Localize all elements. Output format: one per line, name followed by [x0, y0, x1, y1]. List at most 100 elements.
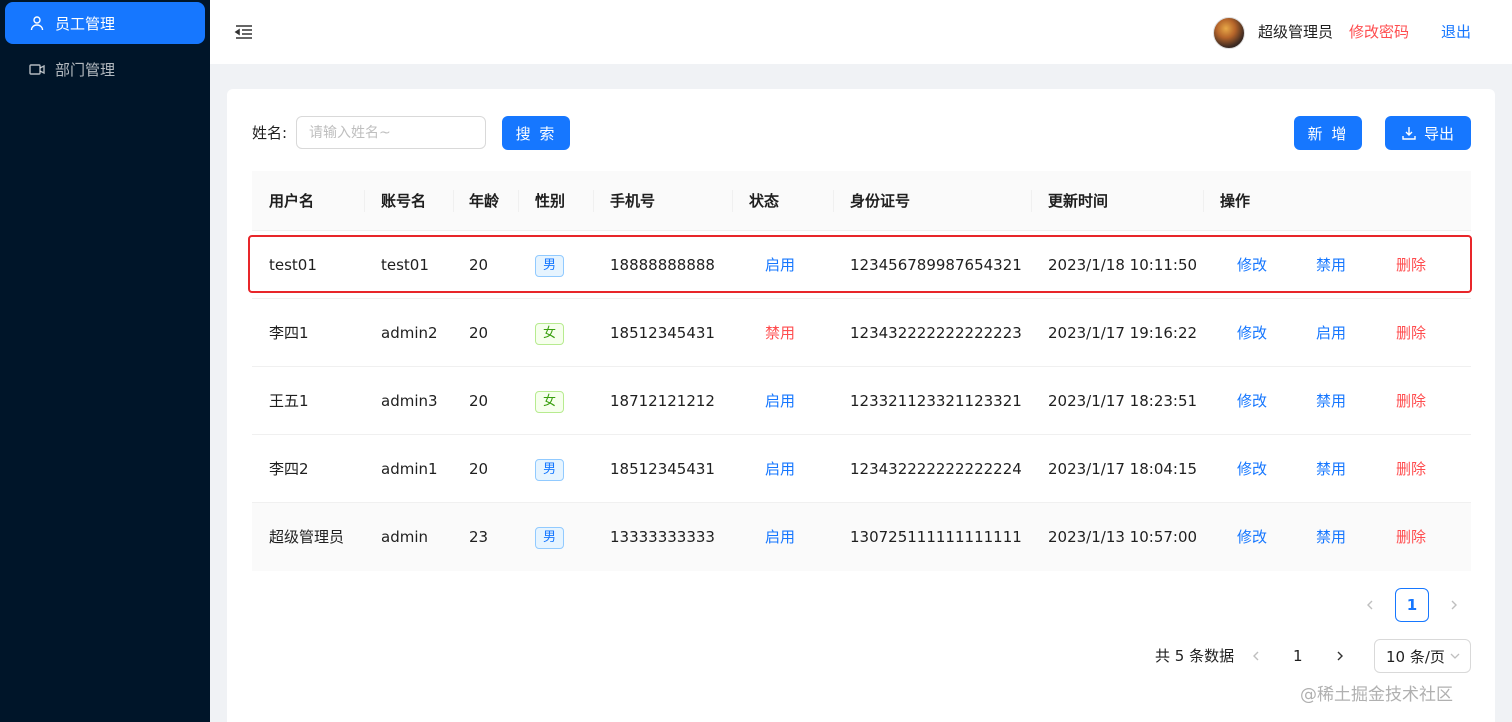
pagination-page-number[interactable]: 1	[1293, 647, 1303, 665]
cell-status: 启用	[765, 256, 796, 274]
chevron-down-icon	[1450, 653, 1460, 659]
gender-tag: 男	[535, 526, 565, 549]
prev-page-icon[interactable]	[1240, 640, 1272, 672]
total-count: 共 5 条数据	[1155, 647, 1235, 665]
name-search-input[interactable]	[296, 116, 486, 149]
page-size-select[interactable]: 10 条/页	[1374, 639, 1471, 673]
watermark: @稀土掘金技术社区	[1300, 685, 1453, 705]
column-divider	[833, 190, 834, 212]
cell-status: 禁用	[765, 324, 796, 342]
cell-phone: 13333333333	[610, 528, 715, 546]
edit-link[interactable]: 修改	[1237, 367, 1267, 435]
delete-link[interactable]: 删除	[1396, 435, 1426, 503]
page-size-value: 10 条/页	[1386, 647, 1445, 666]
cell-username: 李四1	[269, 324, 309, 342]
export-button[interactable]: 导出	[1385, 116, 1471, 150]
cell-id-card: 130725111111111111	[850, 528, 1022, 546]
cell-username: test01	[269, 256, 317, 274]
delete-link[interactable]: 删除	[1396, 367, 1426, 435]
cell-username: 李四2	[269, 460, 309, 478]
gender-tag: 男	[535, 458, 565, 481]
table-row: 王五1 admin3 20 女 18712121212 启用 123321123…	[252, 367, 1471, 435]
edit-link[interactable]: 修改	[1237, 503, 1267, 571]
column-divider	[593, 190, 594, 212]
column-header: 更新时间	[1048, 192, 1109, 210]
cell-status: 启用	[765, 528, 796, 546]
cell-id-card: 123432222222222224	[850, 460, 1022, 478]
column-header: 年龄	[469, 192, 500, 210]
logout-link[interactable]: 退出	[1441, 21, 1471, 42]
column-divider	[453, 190, 454, 212]
sidebar-item-label: 员工管理	[55, 14, 116, 33]
column-header: 状态	[749, 192, 780, 210]
avatar[interactable]	[1213, 17, 1245, 49]
toggle-status-link[interactable]: 启用	[1316, 299, 1346, 367]
video-camera-icon	[29, 61, 45, 77]
cell-age: 20	[469, 392, 489, 410]
cell-age: 20	[469, 324, 489, 342]
cell-account: admin	[381, 528, 428, 546]
cell-updated-time: 2023/1/17 19:16:22	[1048, 324, 1198, 342]
content-card: 姓名: 搜 索 新 增 导出 用户名 账号名 年龄 性别 手机号 状态 身份证号…	[227, 89, 1495, 722]
toggle-status-link[interactable]: 禁用	[1316, 503, 1346, 571]
column-divider	[732, 190, 733, 212]
cell-status: 启用	[765, 460, 796, 478]
cell-username: 超级管理员	[269, 528, 345, 546]
gender-tag: 男	[535, 254, 565, 277]
add-button[interactable]: 新 增	[1294, 116, 1362, 150]
export-label: 导出	[1423, 124, 1454, 143]
toggle-status-link[interactable]: 禁用	[1316, 231, 1346, 299]
search-button[interactable]: 搜 索	[502, 116, 570, 150]
column-divider	[364, 190, 365, 212]
user-name: 超级管理员	[1258, 23, 1334, 41]
column-header: 手机号	[610, 192, 656, 210]
cell-phone: 18712121212	[610, 392, 715, 410]
edit-link[interactable]: 修改	[1237, 299, 1267, 367]
table-row: 超级管理员 admin 23 男 13333333333 启用 13072511…	[252, 503, 1471, 571]
sidebar-item-department-management[interactable]: 部门管理	[5, 48, 205, 90]
next-page-icon[interactable]	[1324, 640, 1356, 672]
column-header: 操作	[1220, 192, 1251, 210]
cell-updated-time: 2023/1/18 10:11:50	[1048, 256, 1198, 274]
search-label: 姓名:	[252, 124, 288, 142]
column-header: 账号名	[381, 192, 427, 210]
employee-table: 用户名 账号名 年龄 性别 手机号 状态 身份证号 更新时间 操作 test01…	[252, 171, 1471, 571]
cell-status: 启用	[765, 392, 796, 410]
sidebar-item-employee-management[interactable]: 员工管理	[5, 2, 205, 44]
delete-link[interactable]: 删除	[1396, 503, 1426, 571]
edit-link[interactable]: 修改	[1237, 231, 1267, 299]
cell-account: admin3	[381, 392, 438, 410]
next-page-icon[interactable]	[1438, 589, 1470, 621]
column-divider	[518, 190, 519, 212]
cell-username: 王五1	[269, 392, 309, 410]
cell-updated-time: 2023/1/13 10:57:00	[1048, 528, 1198, 546]
cell-account: admin1	[381, 460, 438, 478]
toggle-status-link[interactable]: 禁用	[1316, 367, 1346, 435]
prev-page-icon[interactable]	[1354, 589, 1386, 621]
table-header: 用户名 账号名 年龄 性别 手机号 状态 身份证号 更新时间 操作	[252, 171, 1471, 231]
column-header: 性别	[535, 192, 566, 210]
pagination-current-page[interactable]: 1	[1395, 588, 1429, 622]
table-row: 李四2 admin1 20 男 18512345431 启用 123432222…	[252, 435, 1471, 503]
column-header: 身份证号	[850, 192, 911, 210]
delete-link[interactable]: 删除	[1396, 231, 1426, 299]
user-icon	[29, 15, 45, 31]
cell-phone: 18512345431	[610, 324, 715, 342]
delete-link[interactable]: 删除	[1396, 299, 1426, 367]
download-icon	[1402, 127, 1416, 140]
edit-link[interactable]: 修改	[1237, 435, 1267, 503]
header: 超级管理员 修改密码 退出	[210, 0, 1512, 64]
cell-age: 23	[469, 528, 489, 546]
column-header: 用户名	[269, 192, 315, 210]
cell-phone: 18888888888	[610, 256, 715, 274]
gender-tag: 女	[535, 390, 565, 413]
cell-updated-time: 2023/1/17 18:23:51	[1048, 392, 1198, 410]
table-row: 李四1 admin2 20 女 18512345431 禁用 123432222…	[252, 299, 1471, 367]
cell-phone: 18512345431	[610, 460, 715, 478]
cell-age: 20	[469, 460, 489, 478]
change-password-link[interactable]: 修改密码	[1349, 21, 1409, 42]
gender-tag: 女	[535, 322, 565, 345]
column-divider	[1031, 190, 1032, 212]
toggle-status-link[interactable]: 禁用	[1316, 435, 1346, 503]
menu-fold-icon[interactable]	[234, 22, 254, 42]
